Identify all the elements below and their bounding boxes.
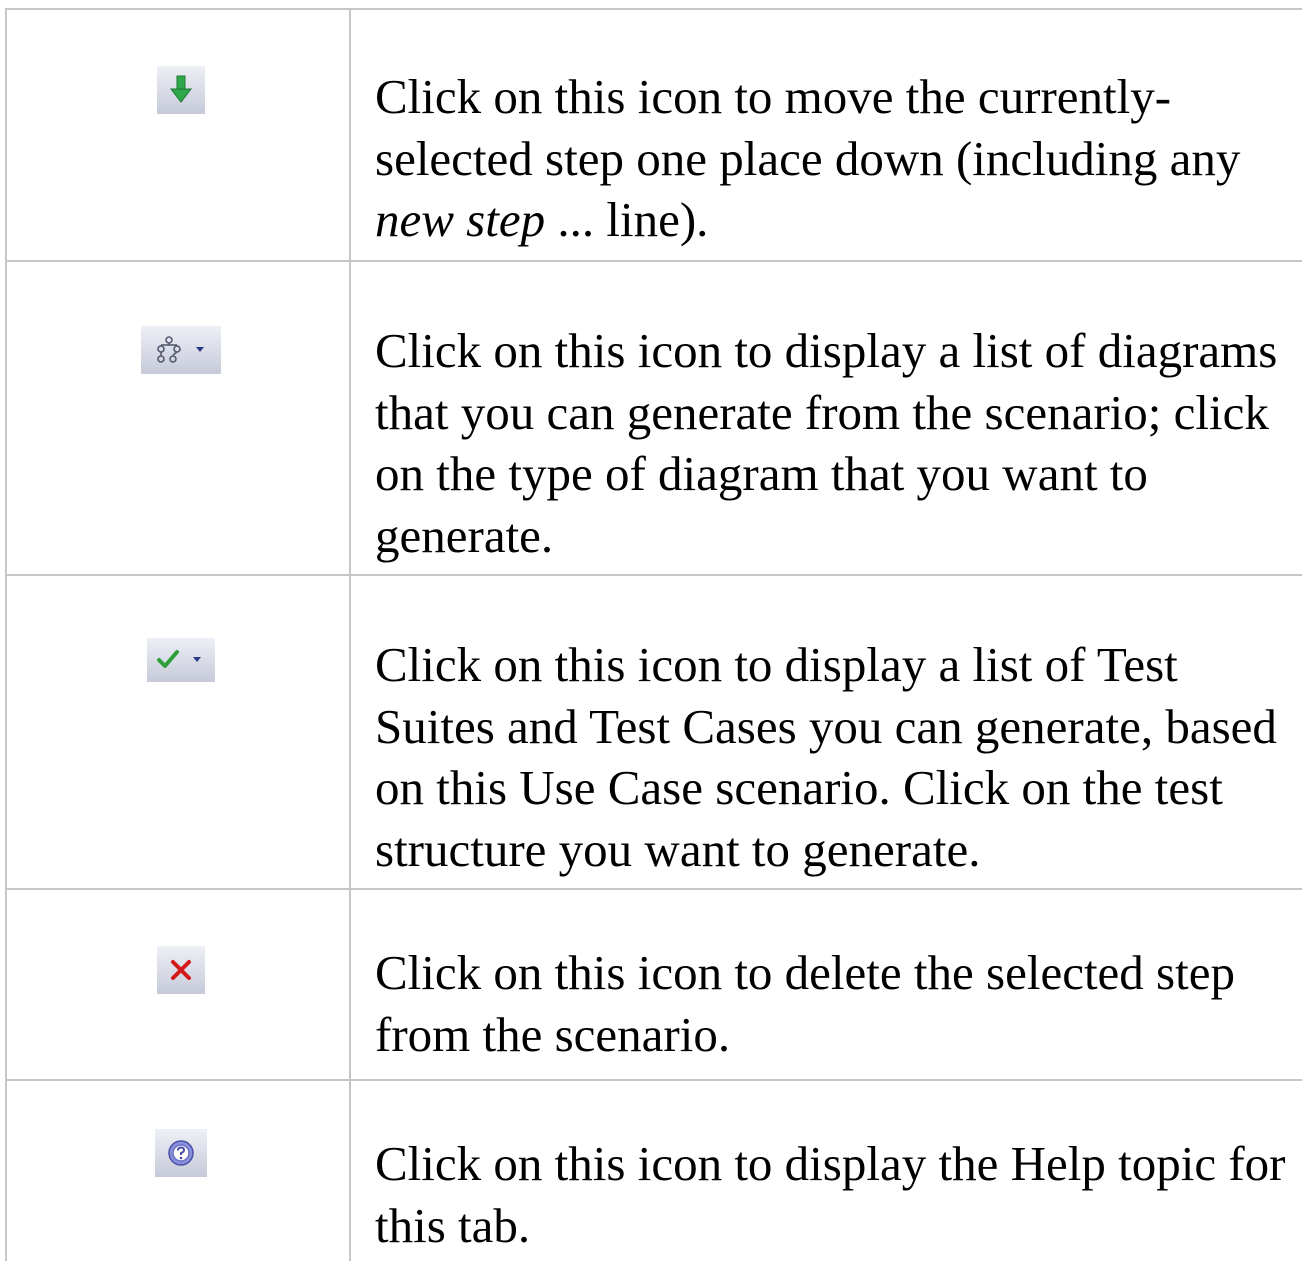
table-row: Click on this icon to move the currently… [5,10,1302,262]
help-button[interactable] [155,1129,207,1177]
delete-step-button[interactable] [157,946,205,994]
table-row: Click on this icon to display the Help t… [5,1081,1302,1261]
move-down-button[interactable] [157,66,205,114]
row-description: Click on this icon to delete the selecte… [375,945,1235,1062]
delete-x-icon [171,960,191,980]
icon-description-table: Click on this icon to move the currently… [5,8,1302,1261]
row-description: Click on this icon to move the currently… [351,10,1302,260]
help-icon [168,1140,194,1166]
generate-tests-button[interactable] [147,638,215,682]
table-row: Click on this icon to delete the selecte… [5,890,1302,1081]
row-description: Click on this icon to display a list of … [375,637,1277,877]
icon-cell [5,10,351,260]
generate-diagram-button[interactable] [141,326,221,374]
icon-cell [5,1081,351,1261]
row-description: Click on this icon to display a list of … [375,323,1278,563]
description-text-end: ... line). [545,192,709,247]
description-italic-text: new step [375,192,546,247]
icon-cell [5,262,351,574]
diagram-dropdown-icon [157,336,204,363]
table-row: Click on this icon to display a list of … [5,262,1302,576]
icon-cell [5,576,351,888]
move-down-arrow-icon [169,75,193,103]
description-text: Click on this icon to move the currently… [375,69,1241,186]
icon-cell [5,890,351,1079]
table-row: Click on this icon to display a list of … [5,576,1302,890]
row-description: Click on this icon to display the Help t… [375,1136,1286,1253]
test-checkmark-dropdown-icon [157,650,201,668]
